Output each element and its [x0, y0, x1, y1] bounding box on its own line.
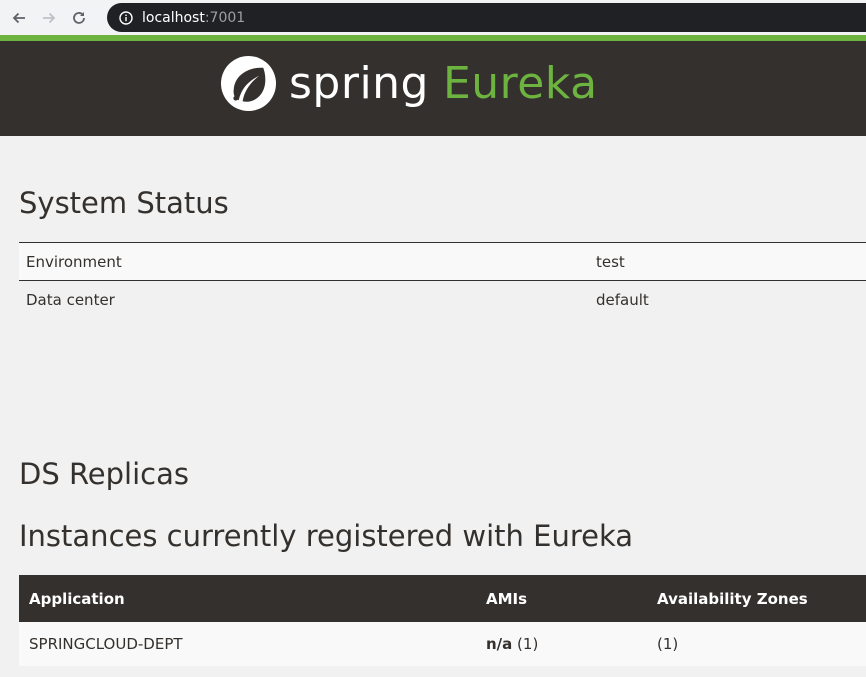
column-header-availability-zones: Availability Zones [657, 589, 808, 608]
column-header-application: Application [29, 589, 125, 608]
application-name: SPRINGCLOUD-DEPT [29, 635, 183, 653]
logo-text-eureka: Eureka [442, 57, 598, 109]
ds-replicas-heading: DS Replicas [19, 457, 189, 491]
status-label: Data center [26, 290, 115, 309]
spring-leaf-icon [220, 55, 277, 112]
url-port: :7001 [204, 9, 246, 26]
instances-heading: Instances currently registered with Eure… [19, 519, 634, 553]
table-row: Data center default [19, 280, 866, 319]
forward-arrow-icon[interactable] [38, 7, 60, 29]
system-status-heading: System Status [19, 186, 229, 220]
status-value: test [596, 252, 625, 271]
column-header-amis: AMIs [486, 589, 528, 608]
table-row: Environment test [19, 242, 866, 281]
ami-count: (1) [512, 635, 539, 653]
table-header-row: Application AMIs Availability Zones [19, 575, 866, 622]
status-value: default [596, 290, 649, 309]
availability-zones-cell: (1) [657, 635, 679, 653]
system-status-table: Environment test Data center default [19, 242, 866, 319]
address-bar[interactable]: localhost:7001 [107, 3, 866, 32]
logo-text-spring: spring [289, 57, 429, 109]
table-row: SPRINGCLOUD-DEPT n/a (1) (1) [19, 622, 866, 666]
status-label: Environment [26, 252, 122, 271]
browser-toolbar: localhost:7001 [0, 0, 866, 35]
url-host: localhost [142, 9, 205, 26]
ami-cell: n/a (1) [486, 622, 657, 666]
spring-eureka-logo[interactable]: spring Eureka [220, 55, 598, 112]
ami-value: n/a [486, 635, 513, 653]
reload-icon[interactable] [68, 7, 90, 29]
back-arrow-icon[interactable] [8, 7, 30, 29]
instances-table: Application AMIs Availability Zones SPRI… [19, 575, 866, 666]
site-header: spring Eureka [0, 41, 866, 136]
info-icon[interactable] [119, 10, 133, 25]
